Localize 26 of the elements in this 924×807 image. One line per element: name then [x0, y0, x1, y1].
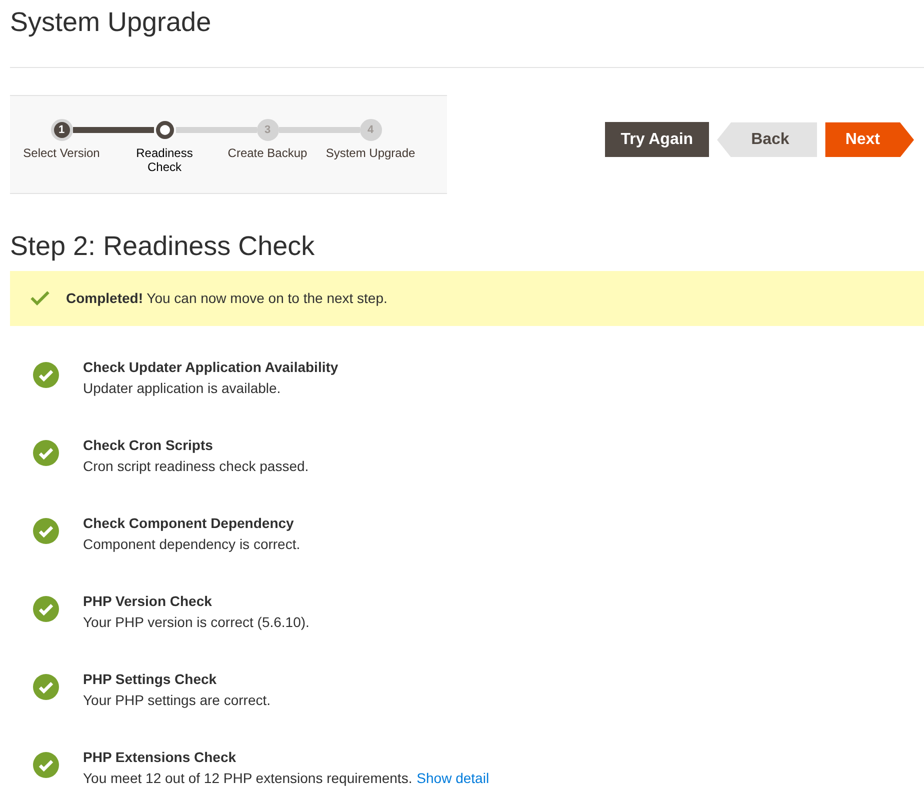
step-marker: 1: [50, 119, 72, 142]
check-message: Updater application is available.: [83, 380, 281, 396]
check-title: Check Updater Application Availability: [83, 358, 338, 377]
alert-message: Completed! You can now move on to the next step.: [66, 288, 388, 308]
check-title: PHP Extensions Check: [83, 748, 238, 767]
step-label: Create Backup: [228, 146, 308, 160]
check-title: PHP Version Check: [83, 592, 213, 611]
back-button[interactable]: Back: [717, 122, 818, 158]
check-message: You meet 12 out of 12 PHP extensions requirements.: [83, 770, 412, 786]
check-title: PHP Settings Check: [83, 670, 218, 689]
step-label: System Upgrade: [326, 146, 416, 160]
try-again-button[interactable]: Try Again: [604, 122, 710, 158]
page-title: System Upgrade: [10, 6, 212, 38]
check-message: Component dependency is correct.: [83, 536, 300, 552]
show-detail-link[interactable]: Show detail: [416, 770, 490, 786]
next-button[interactable]: Next: [825, 122, 914, 158]
check-message: Your PHP settings are correct.: [83, 692, 271, 708]
step-heading: Step 2: Readiness Check: [10, 230, 316, 263]
check-message: Your PHP version is correct (5.6.10).: [83, 614, 310, 630]
check-message: Cron script readiness check passed.: [83, 458, 309, 474]
step-marker: 4: [360, 119, 382, 142]
check-title: Check Component Dependency: [83, 514, 295, 533]
check-title: Check Cron Scripts: [83, 436, 214, 455]
step-label: Readiness Check: [135, 146, 194, 174]
step-label: Select Version: [23, 146, 100, 160]
step-marker: 3: [256, 119, 278, 142]
